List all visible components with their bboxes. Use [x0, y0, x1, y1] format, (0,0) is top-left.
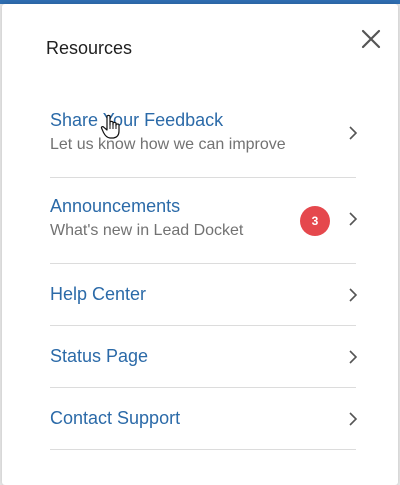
chevron-right-icon: [349, 212, 358, 226]
resource-item-label: Help Center: [50, 284, 147, 304]
resource-item-label: Status Page: [50, 346, 149, 366]
resource-item-status-page[interactable]: Status Page: [50, 326, 358, 388]
notification-count-badge: 3: [300, 206, 330, 236]
resource-item-label: Share Your Feedback: [50, 110, 224, 130]
resource-item-description: Let us know how we can improve: [50, 136, 286, 153]
chevron-right-icon: [349, 350, 358, 364]
close-icon: [361, 29, 381, 49]
resources-list: Share Your Feedback Let us know how we c…: [50, 92, 358, 450]
resource-item-contact-support[interactable]: Contact Support: [50, 388, 358, 450]
resources-panel: Resources Share Your Feedback Let us kno…: [2, 4, 398, 485]
chevron-right-icon: [349, 288, 358, 302]
close-button[interactable]: [356, 24, 386, 54]
resource-item-label: Contact Support: [50, 408, 181, 428]
panel-title: Resources: [46, 38, 133, 58]
resource-item-label: Announcements: [50, 196, 181, 216]
resource-item-help-center[interactable]: Help Center: [50, 264, 358, 326]
chevron-right-icon: [349, 126, 358, 140]
resource-item-description: What's new in Lead Docket: [50, 222, 244, 239]
chevron-right-icon: [349, 412, 358, 426]
resource-item-announcements[interactable]: Announcements What's new in Lead Docket …: [50, 178, 358, 264]
resource-item-share-feedback[interactable]: Share Your Feedback Let us know how we c…: [50, 92, 358, 178]
